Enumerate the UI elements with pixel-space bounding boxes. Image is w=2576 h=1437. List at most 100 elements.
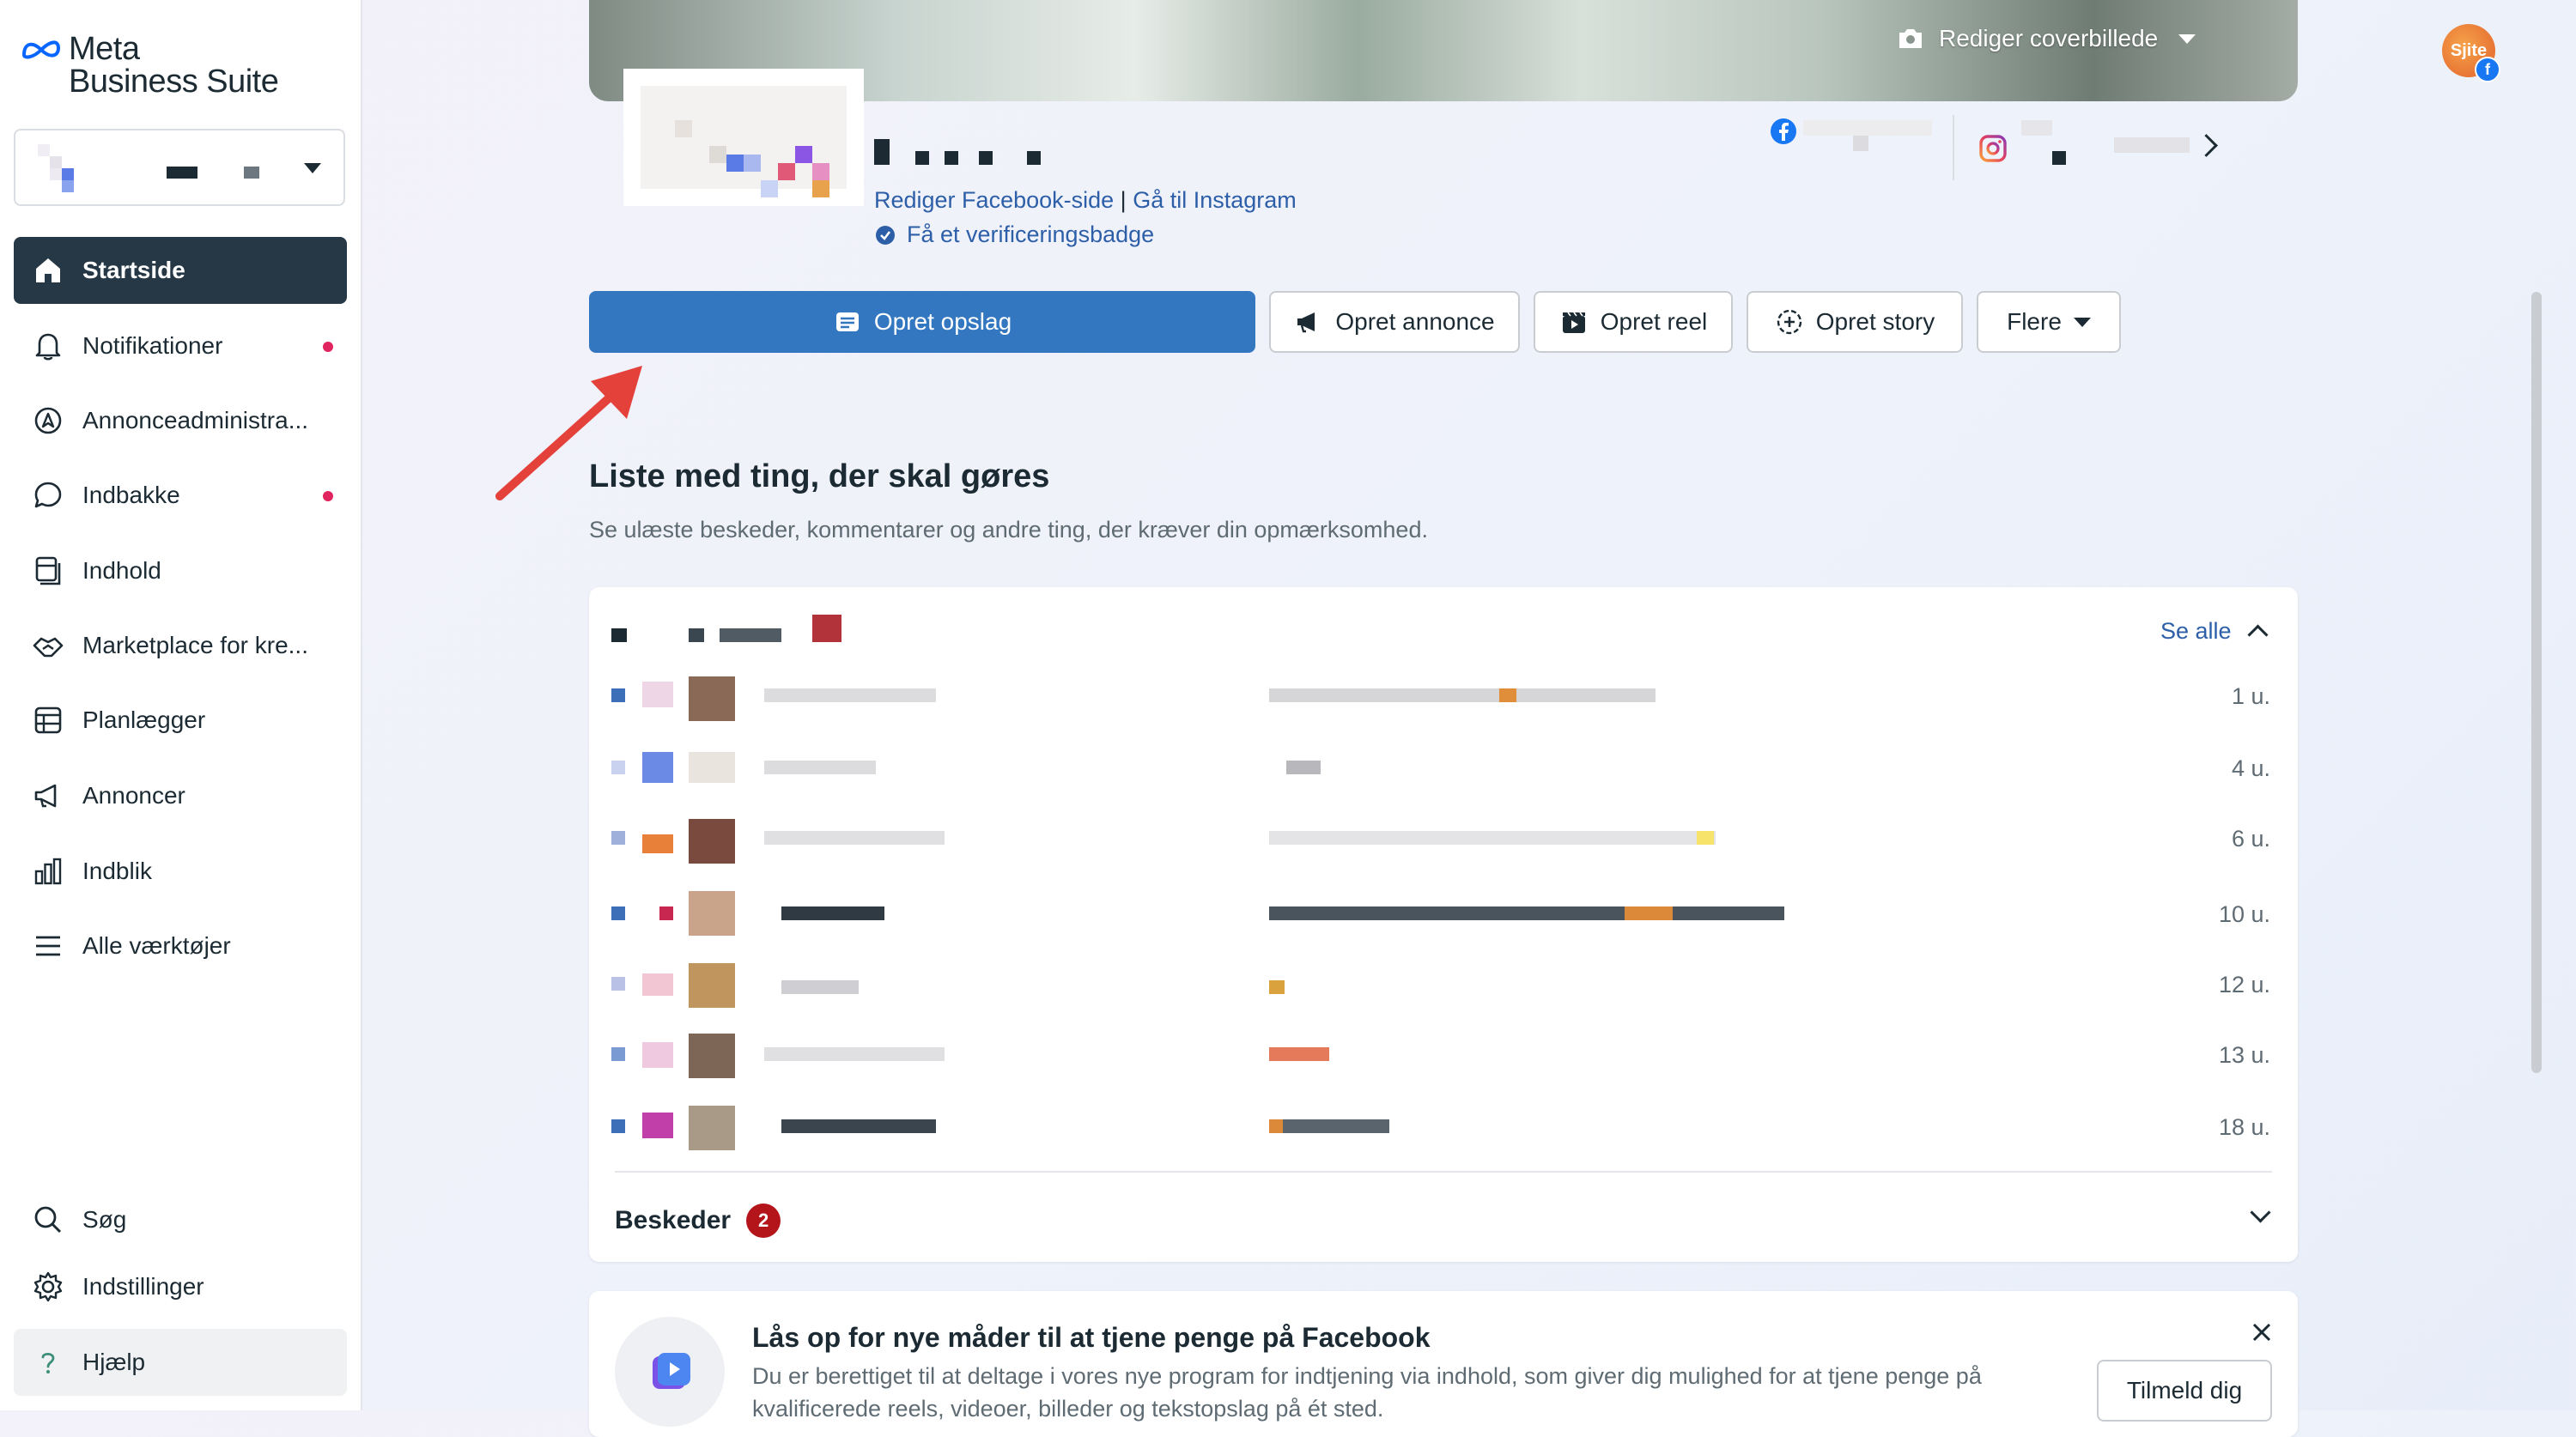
create-story-label: Opret story [1815, 308, 1935, 335]
todo-time: 13 u. [2218, 1042, 2270, 1068]
sidebar-item-label: Startside [82, 257, 185, 283]
todo-time: 10 u. [2218, 901, 2270, 927]
messages-label: Beskeder [615, 1206, 732, 1234]
todo-title: Liste med ting, der skal gøres [589, 458, 1050, 494]
create-post-label: Opret opslag [873, 308, 1012, 335]
facebook-account[interactable] [1769, 117, 1798, 150]
todo-card: Se alle 1 u. 4 u. 6 u. 10 u. 12 u. 13 u.… [589, 587, 2298, 1262]
sidebar-item-label: Indhold [82, 557, 161, 584]
sidebar-item-indbakke[interactable]: Indbakke [14, 462, 347, 529]
search-icon [29, 1201, 67, 1239]
todo-item[interactable]: 4 u. [589, 742, 2298, 793]
chat-bubble-icon [29, 476, 67, 514]
sidebar-item-notifikationer[interactable]: Notifikationer [14, 312, 347, 379]
sidebar-item-hjaelp[interactable]: Hjælp [14, 1329, 347, 1396]
close-icon[interactable] [2250, 1320, 2274, 1344]
chevron-up-icon [2247, 624, 2269, 646]
home-icon [29, 252, 67, 289]
sidebar-item-planlaegger[interactable]: Planlægger [14, 687, 347, 754]
todo-item[interactable]: 10 u. [589, 888, 2298, 939]
sidebar-item-label: Indstillinger [82, 1273, 204, 1300]
megaphone-icon [29, 777, 67, 815]
sidebar-item-indstillinger[interactable]: Indstillinger [14, 1253, 347, 1320]
todo-time: 6 u. [2231, 826, 2270, 852]
sidebar-item-label: Søg [82, 1206, 127, 1233]
see-all-label: Se alle [2160, 618, 2232, 644]
create-post-button[interactable]: Opret opslag [589, 291, 1255, 353]
sidebar-item-annoncer[interactable]: Annoncer [14, 762, 347, 829]
messages-section[interactable]: Beskeder 2 [615, 1204, 781, 1238]
page-links: Rediger Facebook-side | Gå til Instagram [874, 187, 1297, 214]
todo-time: 12 u. [2218, 972, 2270, 997]
brand-line1: Meta [69, 31, 140, 67]
verified-check-icon [876, 225, 895, 245]
sidebar-item-label: Annoncer [82, 782, 185, 809]
meta-logo[interactable]: Meta Business Suite [21, 31, 279, 100]
caret-down-icon [2178, 33, 2196, 44]
create-ad-label: Opret annonce [1335, 308, 1495, 335]
clapperboard-icon [1562, 312, 1585, 333]
handshake-icon [29, 627, 67, 664]
sidebar-item-startside[interactable]: Startside [14, 237, 347, 304]
brand-line2: Business Suite [69, 64, 279, 100]
signup-button[interactable]: Tilmeld dig [2097, 1360, 2272, 1422]
todo-item[interactable]: 12 u. [589, 958, 2298, 1010]
instagram-account[interactable] [1978, 134, 2008, 167]
create-story-button[interactable]: Opret story [1747, 291, 1963, 353]
promo-body: Du er berettiget til at deltage i vores … [752, 1363, 1982, 1422]
content-icon [29, 552, 67, 590]
messages-count-badge: 2 [746, 1204, 781, 1238]
edit-cover-button[interactable]: Rediger coverbillede [1896, 24, 2196, 53]
todo-item[interactable]: 6 u. [589, 812, 2298, 864]
divider [615, 1171, 2272, 1173]
account-switcher[interactable] [14, 129, 345, 206]
todo-time: 18 u. [2218, 1114, 2270, 1140]
scrollbar-thumb[interactable] [2531, 292, 2542, 1073]
unread-dot [323, 342, 333, 352]
more-label: Flere [2007, 308, 2062, 335]
verification-badge-link[interactable]: Få et verificeringsbadge [874, 221, 1154, 248]
sidebar-item-label: Indbakke [82, 482, 180, 508]
ads-manager-icon [29, 402, 67, 440]
account-avatar [31, 144, 81, 194]
gear-icon [29, 1268, 67, 1306]
chevron-down-icon[interactable] [2250, 1202, 2271, 1223]
see-all-link[interactable]: Se alle [2160, 618, 2269, 646]
sidebar-item-indblik[interactable]: Indblik [14, 838, 347, 905]
sidebar-item-marketplace[interactable]: Marketplace for kre... [14, 612, 347, 679]
sidebar-item-indhold[interactable]: Indhold [14, 537, 347, 604]
divider [1953, 115, 1954, 180]
create-ad-button[interactable]: Opret annonce [1269, 291, 1520, 353]
page-profile-picture[interactable] [623, 69, 864, 206]
sidebar-item-alle-vaerktoejer[interactable]: Alle værktøjer [14, 913, 347, 979]
help-icon [29, 1343, 67, 1381]
sidebar-item-label: Alle værktøjer [82, 932, 231, 959]
more-button[interactable]: Flere [1977, 291, 2121, 353]
sidebar-item-label: Indblik [82, 858, 152, 884]
todo-item[interactable]: 13 u. [589, 1028, 2298, 1080]
create-reel-button[interactable]: Opret reel [1534, 291, 1733, 353]
create-reel-label: Opret reel [1600, 308, 1708, 335]
go-to-instagram-link[interactable]: Gå til Instagram [1133, 187, 1297, 213]
todo-time: 4 u. [2231, 755, 2270, 781]
sidebar-item-label: Notifikationer [82, 332, 223, 359]
chevron-down-icon [304, 163, 321, 173]
todo-time: 1 u. [2231, 683, 2270, 709]
sidebar-item-label: Marketplace for kre... [82, 632, 308, 658]
bar-chart-icon [29, 852, 67, 890]
sidebar: Meta Business Suite Startside Notifikati… [0, 0, 362, 1410]
promo-title: Lås op for nye måder til at tjene penge … [752, 1322, 1431, 1353]
post-icon [835, 312, 859, 331]
instagram-icon [1979, 135, 2007, 162]
sidebar-item-soeg[interactable]: Søg [14, 1186, 347, 1253]
facebook-badge-icon: f [2475, 57, 2500, 82]
edit-facebook-page-link[interactable]: Rediger Facebook-side [874, 187, 1114, 213]
account-name-redacted [167, 167, 197, 179]
page-name-redacted [874, 139, 890, 165]
monetization-promo-card: Lås op for nye måder til at tjene penge … [589, 1291, 2298, 1437]
verify-label: Få et verificeringsbadge [907, 221, 1155, 247]
sidebar-item-annonceadministrator[interactable]: Annonceadministra... [14, 387, 347, 454]
chevron-right-icon[interactable] [2195, 134, 2218, 157]
todo-item[interactable]: 18 u. [589, 1100, 2298, 1152]
todo-item[interactable]: 1 u. [589, 670, 2298, 721]
